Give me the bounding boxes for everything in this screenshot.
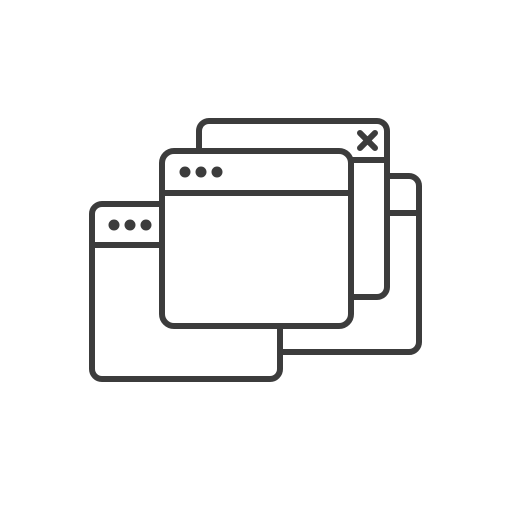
icon-canvas [0,0,512,512]
window-dot-icon [108,219,120,231]
window-dot-icon [195,166,207,178]
multiple-windows-icon [89,118,422,382]
window-dot-icon [140,219,152,231]
window-dot-icon [124,219,136,231]
window-front [159,148,354,329]
window-dots-back-left [108,219,152,231]
window-dots-front [179,166,223,178]
window-frame [159,148,354,329]
window-dot-icon [211,166,223,178]
window-dot-icon [179,166,191,178]
